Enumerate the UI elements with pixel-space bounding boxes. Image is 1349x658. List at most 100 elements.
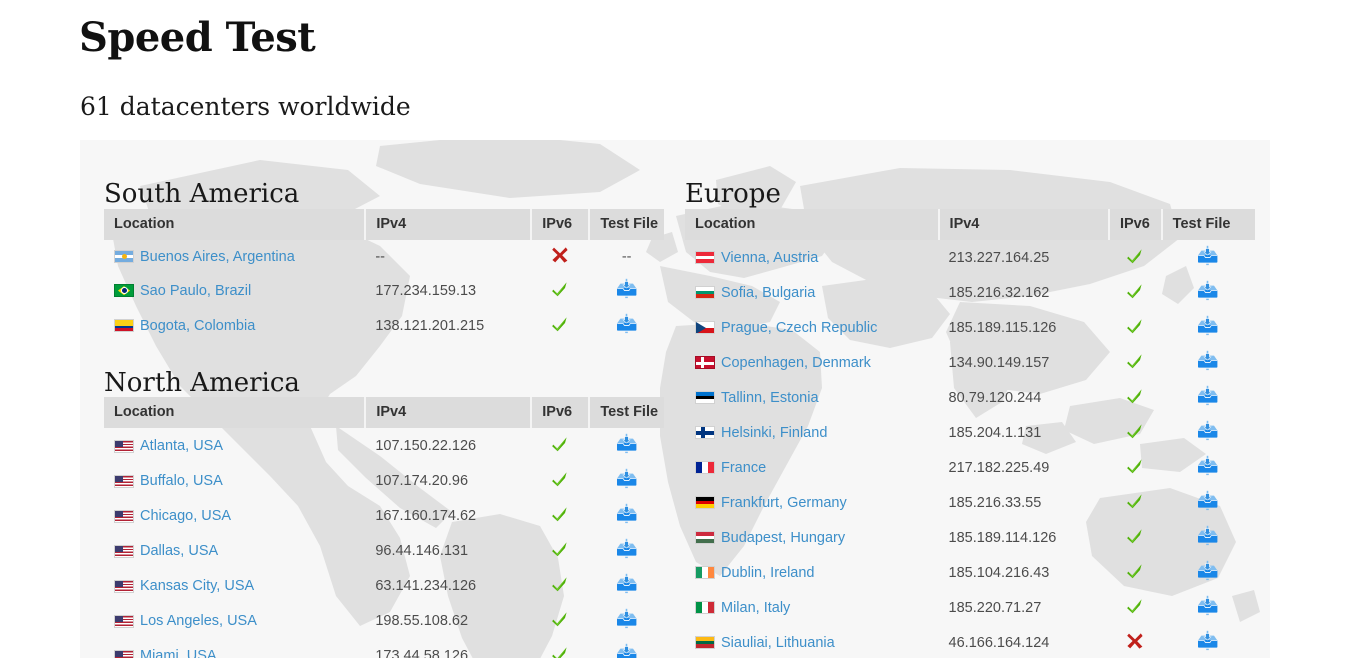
column-header-test-file[interactable]: Test File xyxy=(1161,208,1255,240)
flag-usa-icon xyxy=(114,544,134,558)
column-header-test-file[interactable]: Test File xyxy=(589,208,664,240)
green-check-icon xyxy=(551,575,569,593)
column-header-ipv6[interactable]: IPv6 xyxy=(531,397,591,429)
download-inbox-icon[interactable] xyxy=(1196,385,1220,407)
column-header-ipv4[interactable]: IPv4 xyxy=(365,397,533,429)
datacenter-link[interactable]: Buffalo, USA xyxy=(140,473,223,489)
table-row: Miami, USA 173.44.58.126 xyxy=(104,638,664,658)
datacenter-link[interactable]: Sao Paulo, Brazil xyxy=(140,283,251,299)
datacenter-link[interactable]: Budapest, Hungary xyxy=(721,530,845,546)
datacenter-link[interactable]: Miami, USA xyxy=(140,648,217,658)
column-header-test-file[interactable]: Test File xyxy=(589,397,664,429)
column-header-location[interactable]: Location xyxy=(685,208,940,240)
datacenter-link[interactable]: Kansas City, USA xyxy=(140,578,254,594)
download-inbox-icon[interactable] xyxy=(615,503,639,525)
location-cell: Dallas, USA xyxy=(104,533,365,568)
green-check-icon xyxy=(1126,317,1144,335)
table-row: Sofia, Bulgaria 185.216.32.162 xyxy=(685,275,1255,310)
ipv4-cell: 173.44.58.126 xyxy=(375,648,469,658)
datacenter-link[interactable]: Buenos Aires, Argentina xyxy=(140,249,295,265)
datacenter-link[interactable]: Vienna, Austria xyxy=(721,250,818,266)
download-inbox-icon[interactable] xyxy=(615,573,639,595)
ipv6-status-cell xyxy=(531,498,589,533)
datacenter-link[interactable]: Sofia, Bulgaria xyxy=(721,285,815,301)
table-row: France 217.182.225.49 xyxy=(685,450,1255,485)
ipv6-status-cell xyxy=(1109,240,1162,275)
datacenter-link[interactable]: Los Angeles, USA xyxy=(140,613,257,629)
datacenter-link[interactable]: Copenhagen, Denmark xyxy=(721,355,871,371)
table-row: Sao Paulo, Brazil 177.234.159.13 xyxy=(104,273,664,308)
column-header-ipv4[interactable]: IPv4 xyxy=(938,208,1110,240)
download-inbox-icon[interactable] xyxy=(1196,490,1220,512)
flag-brazil-icon xyxy=(114,284,134,298)
download-inbox-icon[interactable] xyxy=(1196,630,1220,652)
table-header-row: Location IPv4 IPv6 Test File xyxy=(685,208,1255,240)
red-x-icon xyxy=(551,246,569,264)
ipv4-cell: 213.227.164.25 xyxy=(948,249,1050,266)
ipv6-status-cell xyxy=(531,308,589,343)
column-header-location[interactable]: Location xyxy=(104,397,367,429)
green-check-icon xyxy=(1126,352,1144,370)
ipv6-status-cell xyxy=(531,463,589,498)
flag-lithuania-icon xyxy=(695,636,715,650)
datacenter-link[interactable]: Bogota, Colombia xyxy=(140,318,255,334)
download-inbox-icon[interactable] xyxy=(1196,280,1220,302)
download-inbox-icon[interactable] xyxy=(1196,455,1220,477)
table-row: Kansas City, USA 63.141.234.126 xyxy=(104,568,664,603)
download-inbox-icon[interactable] xyxy=(1196,315,1220,337)
speed-test-page: Speed Test 61 datacenters worldwide Sout… xyxy=(0,0,1349,658)
region-title-europe: Europe xyxy=(685,179,781,209)
flag-france-icon xyxy=(695,461,715,475)
ipv6-status-cell xyxy=(1109,485,1162,520)
column-header-ipv6[interactable]: IPv6 xyxy=(531,208,591,240)
datacenter-link[interactable]: Dublin, Ireland xyxy=(721,565,815,581)
column-header-ipv6[interactable]: IPv6 xyxy=(1108,208,1163,240)
download-inbox-icon[interactable] xyxy=(615,643,639,658)
download-inbox-icon[interactable] xyxy=(615,538,639,560)
datacenter-link[interactable]: Frankfurt, Germany xyxy=(721,495,847,511)
flag-hungary-icon xyxy=(695,531,715,545)
location-cell: Buffalo, USA xyxy=(104,463,365,498)
flag-usa-icon xyxy=(114,649,134,658)
datacenter-link[interactable]: Milan, Italy xyxy=(721,600,790,616)
location-cell: Tallinn, Estonia xyxy=(685,380,939,415)
download-inbox-icon[interactable] xyxy=(615,278,639,300)
column-header-ipv4[interactable]: IPv4 xyxy=(365,208,533,240)
download-inbox-icon[interactable] xyxy=(615,608,639,630)
download-inbox-icon[interactable] xyxy=(615,313,639,335)
green-check-icon xyxy=(1126,562,1144,580)
download-inbox-icon[interactable] xyxy=(1196,595,1220,617)
datacenter-link[interactable]: Siauliai, Lithuania xyxy=(721,635,835,651)
download-inbox-icon[interactable] xyxy=(1196,245,1220,267)
table-row: Buffalo, USA 107.174.20.96 xyxy=(104,463,664,498)
test-file-cell xyxy=(589,498,664,533)
download-inbox-icon[interactable] xyxy=(1196,350,1220,372)
datacenter-link[interactable]: Atlanta, USA xyxy=(140,438,223,454)
location-cell: Sao Paulo, Brazil xyxy=(104,273,365,308)
datacenter-link[interactable]: Prague, Czech Republic xyxy=(721,320,877,336)
datacenter-link[interactable]: Chicago, USA xyxy=(140,508,231,524)
ipv6-status-cell xyxy=(531,603,589,638)
flag-usa-icon xyxy=(114,439,134,453)
datacenter-link[interactable]: Dallas, USA xyxy=(140,543,218,559)
ipv6-status-cell xyxy=(1109,310,1162,345)
datacenter-link[interactable]: Helsinki, Finland xyxy=(721,425,827,441)
download-inbox-icon[interactable] xyxy=(615,433,639,455)
datacenter-link[interactable]: Tallinn, Estonia xyxy=(721,390,819,406)
download-inbox-icon[interactable] xyxy=(615,468,639,490)
download-inbox-icon[interactable] xyxy=(1196,525,1220,547)
green-check-icon xyxy=(1126,492,1144,510)
datacenter-table-north-america: Location IPv4 IPv6 Test File Atlanta, USA 107… xyxy=(104,397,664,658)
table-row: Helsinki, Finland 185.204.1.131 xyxy=(685,415,1255,450)
datacenter-table-europe: Location IPv4 IPv6 Test File Vienna, Austria… xyxy=(685,208,1255,658)
ipv6-status-cell xyxy=(1109,275,1162,310)
ipv6-status-cell xyxy=(531,240,589,273)
download-inbox-icon[interactable] xyxy=(1196,420,1220,442)
ipv4-cell: 185.216.32.162 xyxy=(948,284,1050,301)
datacenter-link[interactable]: France xyxy=(721,460,766,476)
test-file-cell xyxy=(589,463,664,498)
location-cell: Siauliai, Lithuania xyxy=(685,625,939,658)
column-header-location[interactable]: Location xyxy=(104,208,367,240)
test-file-cell xyxy=(1162,555,1255,590)
download-inbox-icon[interactable] xyxy=(1196,560,1220,582)
